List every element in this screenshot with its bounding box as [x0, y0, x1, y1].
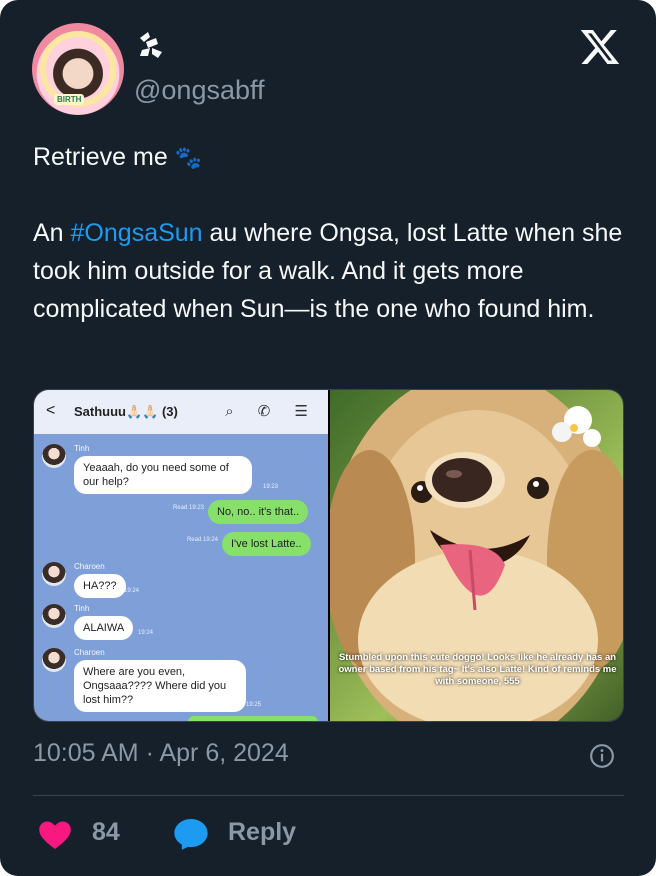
avatar[interactable]: BIRTH	[32, 23, 124, 115]
name-symbol-icon	[140, 32, 162, 58]
tweet-title: Retrieve me 🐾	[33, 138, 623, 177]
hashtag-link[interactable]: #OngsaSun	[71, 219, 203, 247]
message-time: 19:23	[262, 484, 278, 490]
reply-icon[interactable]	[172, 815, 210, 853]
chat-screenshot[interactable]: < Sathuuu🙏🏻🙏🏻 (3) ⌕ ✆ ☰ Tinh Yeaaah, do …	[34, 390, 328, 721]
photo-caption: Stumbled upon this cute doggo! Looks lik…	[338, 652, 617, 687]
message-time: 19:24	[138, 630, 154, 636]
heart-icon[interactable]	[36, 817, 74, 853]
avatar-tinh	[42, 604, 66, 628]
message-time: 19:24	[124, 588, 140, 594]
chat-bubble-partial	[188, 716, 318, 721]
dog-photo[interactable]: Stumbled upon this cute doggo! Looks lik…	[330, 390, 623, 721]
media-grid[interactable]: < Sathuuu🙏🏻🙏🏻 (3) ⌕ ✆ ☰ Tinh Yeaaah, do …	[33, 389, 624, 722]
chat-header: < Sathuuu🙏🏻🙏🏻 (3) ⌕ ✆ ☰	[34, 390, 328, 434]
sender-name: Charoen	[74, 648, 105, 657]
like-count: 84	[92, 818, 120, 846]
chat-bubble: No, no.. it's that..	[208, 500, 309, 524]
chat-bubble: HA???	[74, 574, 126, 598]
message-time: Read 19:24	[186, 537, 218, 543]
user-handle[interactable]: @ongsabff	[134, 75, 265, 106]
paw-icon: 🐾	[174, 145, 203, 170]
sender-name: Tinh	[74, 444, 90, 453]
tweet-title-text: Retrieve me	[33, 143, 168, 171]
sender-name: Tinh	[74, 604, 90, 613]
message-time: Read 19:23	[172, 505, 204, 511]
chat-bubble: I've lost Latte..	[222, 532, 311, 556]
avatar-sticker: BIRTH	[54, 94, 85, 105]
back-icon: <	[46, 402, 56, 419]
chat-title: Sathuuu🙏🏻🙏🏻 (3)	[74, 404, 178, 419]
message-time: 19:25	[246, 702, 262, 708]
body-prefix: An	[33, 219, 71, 247]
tweet-card: BIRTH @ongsabff Retrieve me 🐾 An #OngsaS…	[0, 0, 656, 876]
chat-bubble: ALAIWA	[74, 616, 134, 640]
divider	[33, 795, 624, 796]
chat-bubble: Where are you even, Ongsaaa???? Where di…	[74, 660, 246, 712]
reply-button[interactable]: Reply	[228, 818, 296, 847]
info-icon[interactable]	[589, 743, 615, 769]
avatar-tinh	[42, 444, 66, 468]
avatar-charoen	[42, 648, 66, 672]
avatar-charoen	[42, 562, 66, 586]
tweet-body: An #OngsaSun au where Ongsa, lost Latte …	[33, 214, 623, 328]
sender-name: Charoen	[74, 562, 105, 571]
chat-bubble: Yeaaah, do you need some of our help?	[74, 456, 252, 494]
tweet-timestamp[interactable]: 10:05 AM · Apr 6, 2024	[33, 739, 289, 768]
chat-toolbar-icons: ⌕ ✆ ☰	[225, 403, 318, 420]
x-logo-icon[interactable]	[578, 26, 622, 68]
